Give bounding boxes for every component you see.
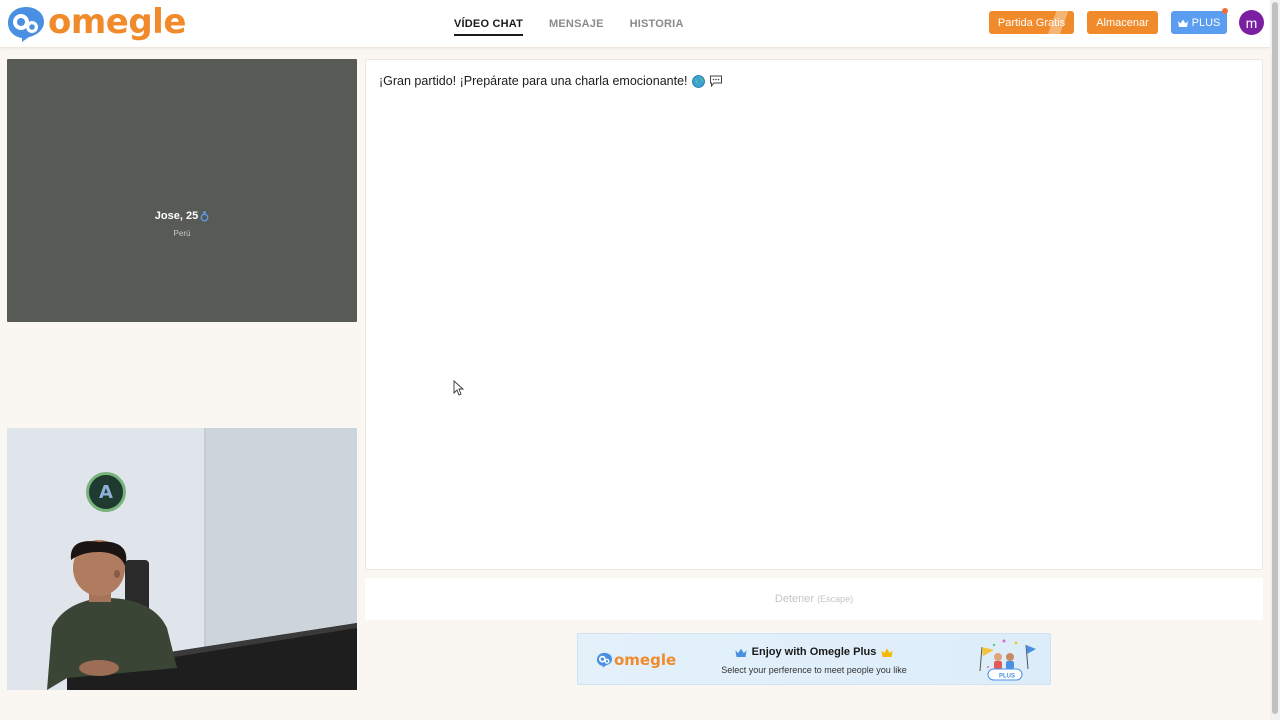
top-header: omegle VÍDEO CHAT MENSAJE HISTORIA Parti… (0, 0, 1270, 48)
banner-illustration: PLUS (974, 637, 1036, 683)
main-nav: VÍDEO CHAT MENSAJE HISTORIA (454, 0, 684, 48)
camera-feed-image (7, 428, 357, 690)
omegle-logo[interactable]: omegle (6, 2, 186, 44)
crown-icon (735, 648, 747, 657)
plus-label: PLUS (1191, 16, 1221, 29)
omegle-plus-banner[interactable]: omegle Enjoy with Omegle Plus Select you… (577, 633, 1051, 685)
crown-icon (881, 648, 893, 657)
mouse-cursor-icon (453, 380, 465, 396)
logo-text: omegle (48, 2, 186, 42)
local-camera-video: A (7, 428, 357, 690)
badge-a-icon: A (86, 472, 126, 512)
stop-button[interactable]: Detener (Escape) (365, 578, 1263, 620)
male-icon (200, 210, 209, 221)
tab-mensaje[interactable]: MENSAJE (549, 12, 604, 36)
partida-gratis-button[interactable]: Partida Gratis (989, 11, 1074, 34)
tab-video-chat[interactable]: VÍDEO CHAT (454, 12, 524, 36)
banner-art-badge: PLUS (999, 674, 1015, 680)
scrollbar-thumb[interactable] (1272, 2, 1278, 714)
remote-user-country: Perú (173, 229, 191, 238)
crown-icon (1177, 19, 1188, 27)
omegle-logo-icon (8, 7, 44, 42)
system-message: ¡Gran partido! ¡Prepárate para una charl… (379, 74, 723, 88)
people-flags-icon: PLUS (979, 639, 1036, 681)
chat-panel[interactable]: ¡Gran partido! ¡Prepárate para una charl… (365, 59, 1263, 570)
remote-user-name-row: Jose, 25 (155, 210, 209, 222)
remote-user-info: Jose, 25 Perú (7, 206, 357, 238)
almacenar-button[interactable]: Almacenar (1087, 11, 1158, 34)
tab-historia[interactable]: HISTORIA (630, 12, 684, 36)
speech-bubble-icon (709, 75, 722, 87)
stop-label: Detener (774, 593, 815, 605)
almacenar-label: Almacenar (1096, 16, 1149, 29)
remote-video: Jose, 25 Perú (7, 59, 357, 322)
notification-dot (1222, 8, 1228, 14)
user-avatar[interactable]: m (1239, 10, 1264, 35)
stop-hint: (Escape) (817, 594, 854, 604)
avatar-initial: m (1245, 14, 1258, 31)
page-scrollbar[interactable] (1270, 0, 1280, 720)
system-message-text: ¡Gran partido! ¡Prepárate para una charl… (379, 74, 688, 88)
plus-button[interactable]: PLUS (1171, 11, 1227, 34)
globe-emoji-icon (691, 74, 705, 88)
remote-user-name: Jose, 25 (154, 210, 199, 222)
banner-title: Enjoy with Omegle Plus (751, 646, 877, 658)
badge-letter: A (99, 481, 113, 503)
